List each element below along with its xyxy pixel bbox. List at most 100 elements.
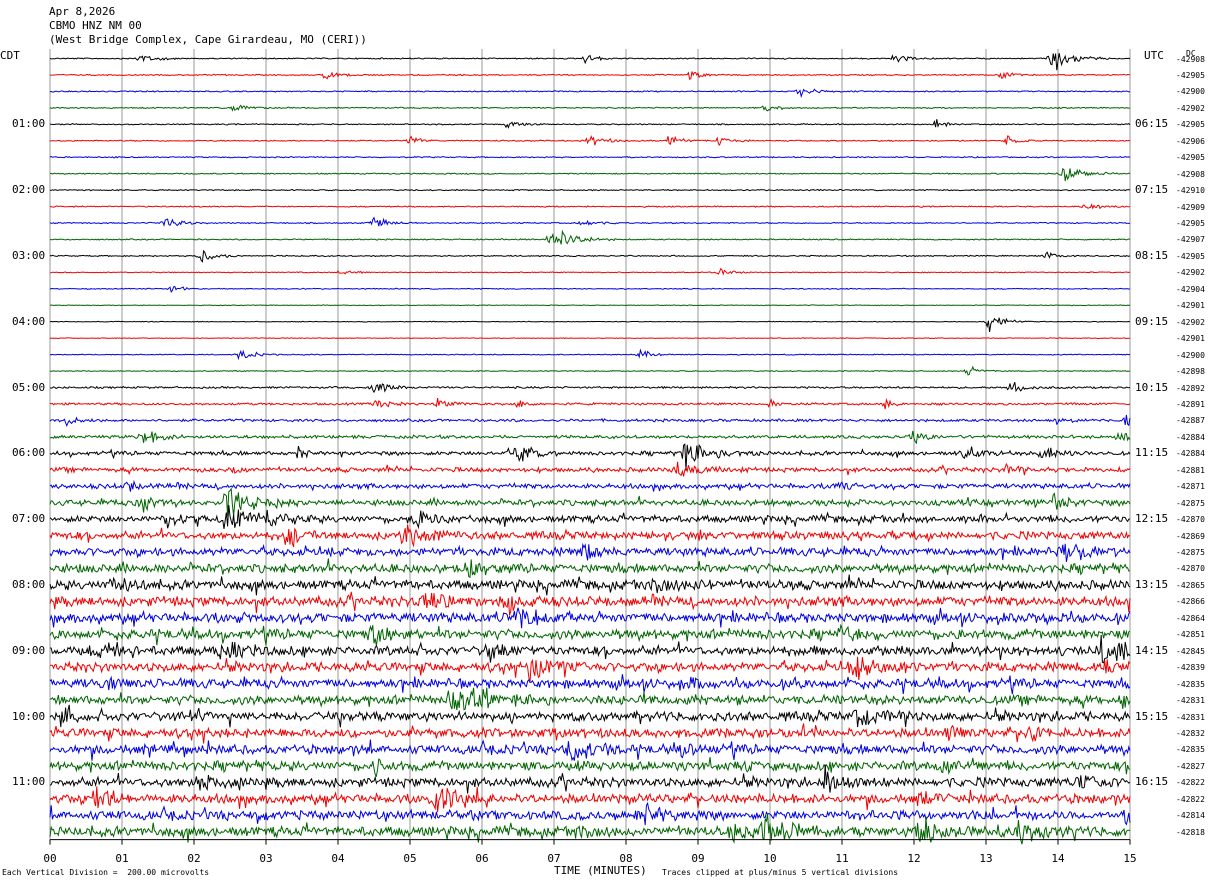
dc-offset-label: -42905 [1176,219,1205,228]
trace-row-9 [49,203,1131,210]
dc-offset-label: -42827 [1176,761,1205,771]
dc-offset-label: -42892 [1176,383,1205,393]
x-tick-label-01: 01 [115,852,128,865]
x-tick-label-04: 04 [331,852,345,865]
left-time-label: 08:00 [12,577,46,591]
trace-row-32 [49,574,1131,596]
x-tick-label-00: 00 [43,852,56,865]
trace-row-1 [49,71,1131,80]
dc-offset-label: -42839 [1176,663,1205,673]
trace-row-31 [49,558,1131,579]
left-time-label: 03:00 [12,248,46,262]
dc-offset-label: -42822 [1176,778,1205,788]
right-time-label: 16:15 [1135,775,1169,789]
left-time-label: 10:00 [12,709,46,723]
x-tick-label-03: 03 [259,852,272,865]
dc-offset-label: -42901 [1176,334,1205,344]
trace-row-0 [49,53,1131,71]
dc-offset-label: -42832 [1176,728,1205,738]
dc-offset-label: -42822 [1176,794,1205,804]
trace-row-43 [49,757,1131,778]
dc-offset-label: -42835 [1176,679,1205,689]
dc-offset-label: -42902 [1176,268,1205,278]
dc-offset-label: -42909 [1176,202,1205,212]
trace-row-2 [49,88,1131,99]
dc-offset-label: -42887 [1176,416,1205,426]
dc-offset-label: -42884 [1176,449,1205,459]
dc-offset-label: -42906 [1176,136,1205,146]
left-time-label: 07:00 [12,512,46,526]
clip-note: Traces clipped at plus/minus 5 vertical … [662,868,899,877]
dc-offset-label: -42905 [1176,251,1205,261]
dc-offset-label: -42875 [1176,498,1205,508]
dc-offset-label: -42908 [1176,54,1205,64]
dc-offset-label: -42898 [1176,367,1205,377]
right-timezone: UTC [1144,49,1164,62]
trace-row-13 [49,267,1131,276]
trace-row-40 [49,704,1131,728]
trace-row-42 [49,739,1131,762]
dc-offset-label: -42875 [1176,548,1205,557]
right-time-label: 13:15 [1135,577,1169,591]
trace-row-37 [49,656,1131,683]
right-time-label: 09:15 [1135,314,1169,328]
dc-offset-label: -42905 [1176,70,1205,80]
dc-offset-label: -42864 [1176,613,1205,623]
trace-row-14 [49,285,1131,293]
trace-row-3 [49,104,1131,112]
time-gridlines [49,49,1131,840]
trace-row-25 [49,461,1131,477]
left-time-label: 04:00 [12,314,46,328]
trace-row-29 [49,524,1131,548]
dc-offset-label: -42814 [1176,811,1205,821]
dc-offset-label: -42900 [1176,87,1205,97]
trace-row-8 [49,188,1131,192]
trace-row-11 [50,229,1131,245]
dc-offset-label: -42871 [1176,482,1205,492]
header-location: (West Bridge Complex, Cape Girardeau, MO… [49,33,367,46]
right-time-label: 15:15 [1135,709,1169,723]
trace-row-38 [49,674,1131,695]
trace-row-15 [49,304,1131,307]
left-time-label: 02:00 [12,183,46,197]
dc-offset-label: -42870 [1176,515,1205,525]
right-time-label: 12:15 [1135,512,1169,526]
trace-row-28 [49,505,1131,530]
scale-note: Each Vertical Division = 200.00 microvol… [2,868,210,877]
dc-offset-label: -42881 [1176,465,1205,475]
right-time-label: 14:15 [1135,643,1169,657]
trace-row-7 [49,167,1131,182]
right-time-label: 06:15 [1135,117,1169,131]
x-tick-label-05: 05 [403,852,416,865]
trace-row-4 [49,119,1131,129]
trace-row-17 [49,337,1130,340]
right-time-label: 10:15 [1135,380,1169,394]
right-time-label: 11:15 [1135,446,1169,460]
trace-row-22 [49,414,1131,428]
trace-row-26 [49,479,1131,492]
dc-offset-label: -42905 [1176,120,1205,130]
seismic-traces [49,53,1131,845]
x-tick-label-12: 12 [907,852,920,865]
dc-offset-label: -42831 [1176,696,1205,706]
trace-row-46 [49,801,1131,826]
dc-offset-label: -42891 [1176,399,1205,409]
trace-row-24 [49,443,1131,471]
trace-row-10 [49,216,1131,227]
trace-row-30 [49,542,1131,562]
trace-row-5 [49,135,1131,146]
x-tick-label-14: 14 [1051,852,1065,865]
trace-row-34 [49,607,1131,629]
trace-row-18 [49,348,1131,361]
right-time-label: 08:15 [1135,248,1169,262]
trace-row-36 [49,634,1131,664]
dc-offset-label: -42900 [1176,350,1205,360]
trace-row-27 [49,487,1131,517]
header-date: Apr 8,2026 [49,5,116,18]
x-axis-label: TIME (MINUTES) [554,864,647,877]
left-time-label: 11:00 [12,775,46,789]
left-time-label: 06:00 [12,446,46,460]
left-time-label: 01:00 [12,117,46,131]
trace-row-21 [49,397,1131,410]
x-tick-label-11: 11 [835,852,848,865]
